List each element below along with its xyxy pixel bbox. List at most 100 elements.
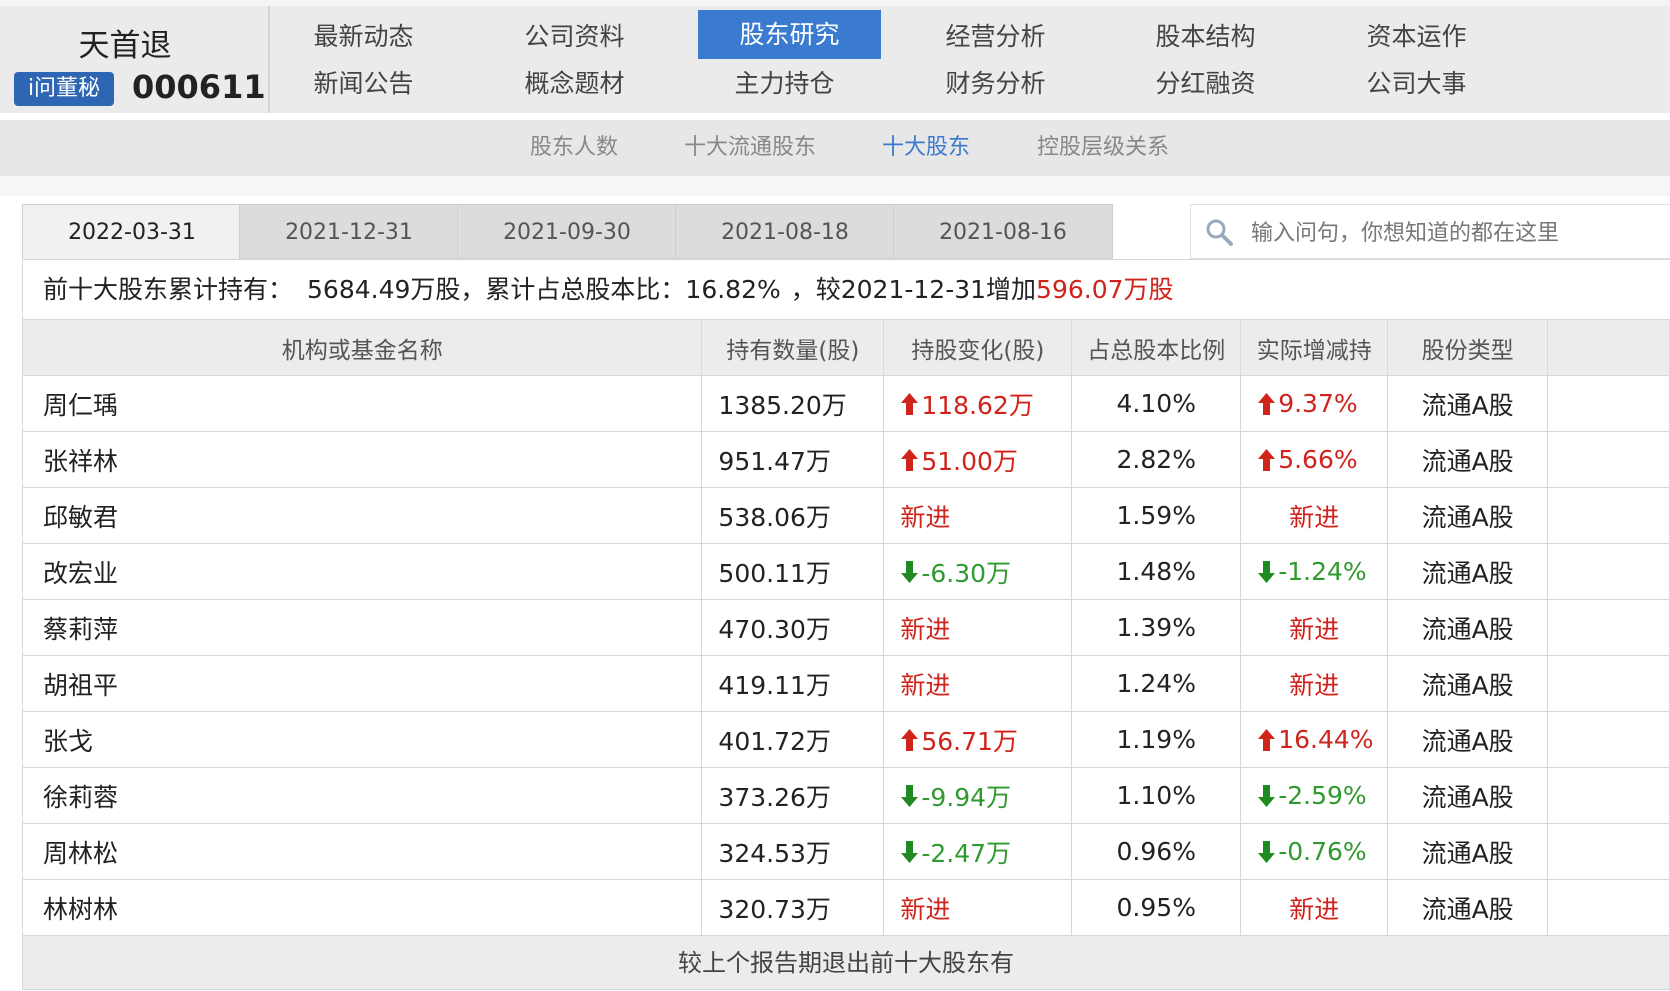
actual-change: -0.76% bbox=[1278, 837, 1367, 866]
actual-change: -2.59% bbox=[1278, 781, 1367, 810]
nav-capital-operation[interactable]: 资本运作 bbox=[1325, 12, 1508, 61]
holder-name[interactable]: 徐莉蓉 bbox=[21, 767, 703, 824]
actual-change-cell: 新进 bbox=[1240, 487, 1389, 544]
holder-name[interactable]: 周仁瑀 bbox=[21, 375, 703, 432]
nav-financial-analysis[interactable]: 财务分析 bbox=[904, 59, 1087, 108]
share-type: 流通A股 bbox=[1387, 599, 1549, 656]
table-row: 林树林 320.73万 新进 0.95% 新进 流通A股 bbox=[21, 879, 1670, 936]
date-tab-2021-08-18[interactable]: 2021-08-18 bbox=[675, 204, 895, 259]
actual-change: 5.66% bbox=[1278, 445, 1358, 474]
holding-ratio: 1.48% bbox=[1071, 543, 1242, 600]
nav-dividend-financing[interactable]: 分红融资 bbox=[1114, 59, 1297, 108]
nav-operation-analysis[interactable]: 经营分析 bbox=[904, 12, 1087, 61]
extra-cell bbox=[1547, 879, 1670, 936]
holder-name[interactable]: 张戈 bbox=[21, 711, 703, 768]
holder-name[interactable]: 张祥林 bbox=[21, 431, 703, 488]
holding-shares: 373.26万 bbox=[701, 767, 885, 824]
holding-change-cell: -9.94万 bbox=[883, 767, 1073, 824]
date-tab-2021-12-31[interactable]: 2021-12-31 bbox=[239, 204, 459, 259]
table-header-row: 机构或基金名称 持有数量(股) 持股变化(股) 占总股本比例 实际增减持 股份类… bbox=[21, 319, 1670, 376]
header-change[interactable]: 持股变化(股) bbox=[883, 319, 1073, 376]
holding-shares: 1385.20万 bbox=[701, 375, 885, 432]
holding-ratio: 1.39% bbox=[1071, 599, 1242, 656]
table-row: 张祥林 951.47万 51.00万 2.82% 5.66% 流通A股 bbox=[21, 431, 1670, 488]
extra-cell bbox=[1547, 375, 1670, 432]
exited-holders-row[interactable]: 较上个报告期退出前十大股东有 bbox=[22, 935, 1670, 990]
holder-name[interactable]: 胡祖平 bbox=[21, 655, 703, 712]
holding-ratio: 0.96% bbox=[1071, 823, 1242, 880]
subnav-top10-float-holders[interactable]: 十大流通股东 bbox=[684, 120, 816, 176]
holding-change-cell: -6.30万 bbox=[883, 543, 1073, 600]
holding-change: 新进 bbox=[900, 894, 951, 924]
arrow-down-icon bbox=[901, 784, 919, 807]
extra-cell bbox=[1547, 711, 1670, 768]
date-tab-2021-09-30[interactable]: 2021-09-30 bbox=[457, 204, 677, 259]
header-ratio[interactable]: 占总股本比例 bbox=[1071, 319, 1242, 376]
arrow-down-icon bbox=[1258, 840, 1276, 863]
holding-change-cell: 新进 bbox=[883, 487, 1073, 544]
table-row: 邱敏君 538.06万 新进 1.59% 新进 流通A股 bbox=[21, 487, 1670, 544]
holding-shares: 500.11万 bbox=[701, 543, 885, 600]
search-input[interactable] bbox=[1249, 213, 1663, 253]
holder-name[interactable]: 蔡莉萍 bbox=[21, 599, 703, 656]
holder-name[interactable]: 邱敏君 bbox=[21, 487, 703, 544]
holder-name[interactable]: 改宏业 bbox=[21, 543, 703, 600]
nav-latest-news[interactable]: 最新动态 bbox=[272, 12, 455, 61]
search-icon[interactable] bbox=[1205, 218, 1233, 246]
summary-line: 前十大股东累计持有： 5684.49万股，累计占总股本比：16.82% ，较2021… bbox=[22, 259, 1670, 319]
holding-ratio: 1.59% bbox=[1071, 487, 1242, 544]
nav-major-events[interactable]: 公司大事 bbox=[1325, 59, 1508, 108]
holding-change: 新进 bbox=[900, 502, 951, 532]
nav-concepts[interactable]: 概念题材 bbox=[483, 59, 666, 108]
share-type: 流通A股 bbox=[1387, 767, 1549, 824]
date-tab-2022-03-31[interactable]: 2022-03-31 bbox=[22, 204, 242, 259]
subnav-top10-holders[interactable]: 十大股东 bbox=[882, 120, 970, 176]
subnav-holding-hierarchy[interactable]: 控股层级关系 bbox=[1037, 120, 1169, 176]
summary-ratio-label: 累计占总股本比： bbox=[485, 275, 686, 304]
arrow-up-icon bbox=[901, 728, 919, 751]
subnav-shareholder-count[interactable]: 股东人数 bbox=[530, 120, 618, 176]
table-row: 胡祖平 419.11万 新进 1.24% 新进 流通A股 bbox=[21, 655, 1670, 712]
holding-change: 118.62万 bbox=[921, 390, 1034, 420]
date-tab-2021-08-16[interactable]: 2021-08-16 bbox=[893, 204, 1113, 259]
nav-share-structure[interactable]: 股本结构 bbox=[1114, 12, 1297, 61]
actual-change-cell: -1.24% bbox=[1240, 543, 1389, 600]
summary-compare-text: ，较2021-12-31增加 bbox=[790, 275, 1037, 304]
holding-ratio: 0.95% bbox=[1071, 879, 1242, 936]
holder-name[interactable]: 林树林 bbox=[21, 879, 703, 936]
actual-change-cell: 新进 bbox=[1240, 599, 1389, 656]
extra-cell bbox=[1547, 431, 1670, 488]
header-name[interactable]: 机构或基金名称 bbox=[21, 319, 703, 376]
actual-change: 16.44% bbox=[1278, 725, 1374, 754]
search-box bbox=[1190, 204, 1670, 259]
arrow-up-icon bbox=[901, 392, 919, 415]
holding-ratio: 1.24% bbox=[1071, 655, 1242, 712]
ask-secretary-badge[interactable]: i问董秘 bbox=[14, 72, 114, 106]
extra-cell bbox=[1547, 767, 1670, 824]
holding-shares: 470.30万 bbox=[701, 599, 885, 656]
nav-shareholder-research[interactable]: 股东研究 bbox=[698, 10, 881, 59]
holding-change: 56.71万 bbox=[921, 726, 1018, 756]
share-type: 流通A股 bbox=[1387, 487, 1549, 544]
header-actual-change[interactable]: 实际增减持 bbox=[1240, 319, 1389, 376]
arrow-up-icon bbox=[901, 448, 919, 471]
actual-change-cell: 5.66% bbox=[1240, 431, 1389, 488]
header-shares[interactable]: 持有数量(股) bbox=[701, 319, 885, 376]
holding-shares: 951.47万 bbox=[701, 431, 885, 488]
summary-increase: 596.07万股 bbox=[1036, 275, 1174, 304]
arrow-down-icon bbox=[901, 560, 919, 583]
share-type: 流通A股 bbox=[1387, 655, 1549, 712]
holding-shares: 324.53万 bbox=[701, 823, 885, 880]
header-share-type[interactable]: 股份类型 bbox=[1387, 319, 1549, 376]
holding-change: -9.94万 bbox=[921, 782, 1012, 812]
holder-name[interactable]: 周林松 bbox=[21, 823, 703, 880]
table-row: 徐莉蓉 373.26万 -9.94万 1.10% -2.59% 流通A股 bbox=[21, 767, 1670, 824]
nav-main-holdings[interactable]: 主力持仓 bbox=[693, 59, 876, 108]
actual-change-cell: 新进 bbox=[1240, 655, 1389, 712]
extra-cell bbox=[1547, 823, 1670, 880]
nav-announcements[interactable]: 新闻公告 bbox=[272, 59, 455, 108]
summary-ratio: 16.82% bbox=[685, 275, 781, 304]
nav-company-profile[interactable]: 公司资料 bbox=[483, 12, 666, 61]
holding-change-cell: 新进 bbox=[883, 599, 1073, 656]
holding-ratio: 4.10% bbox=[1071, 375, 1242, 432]
